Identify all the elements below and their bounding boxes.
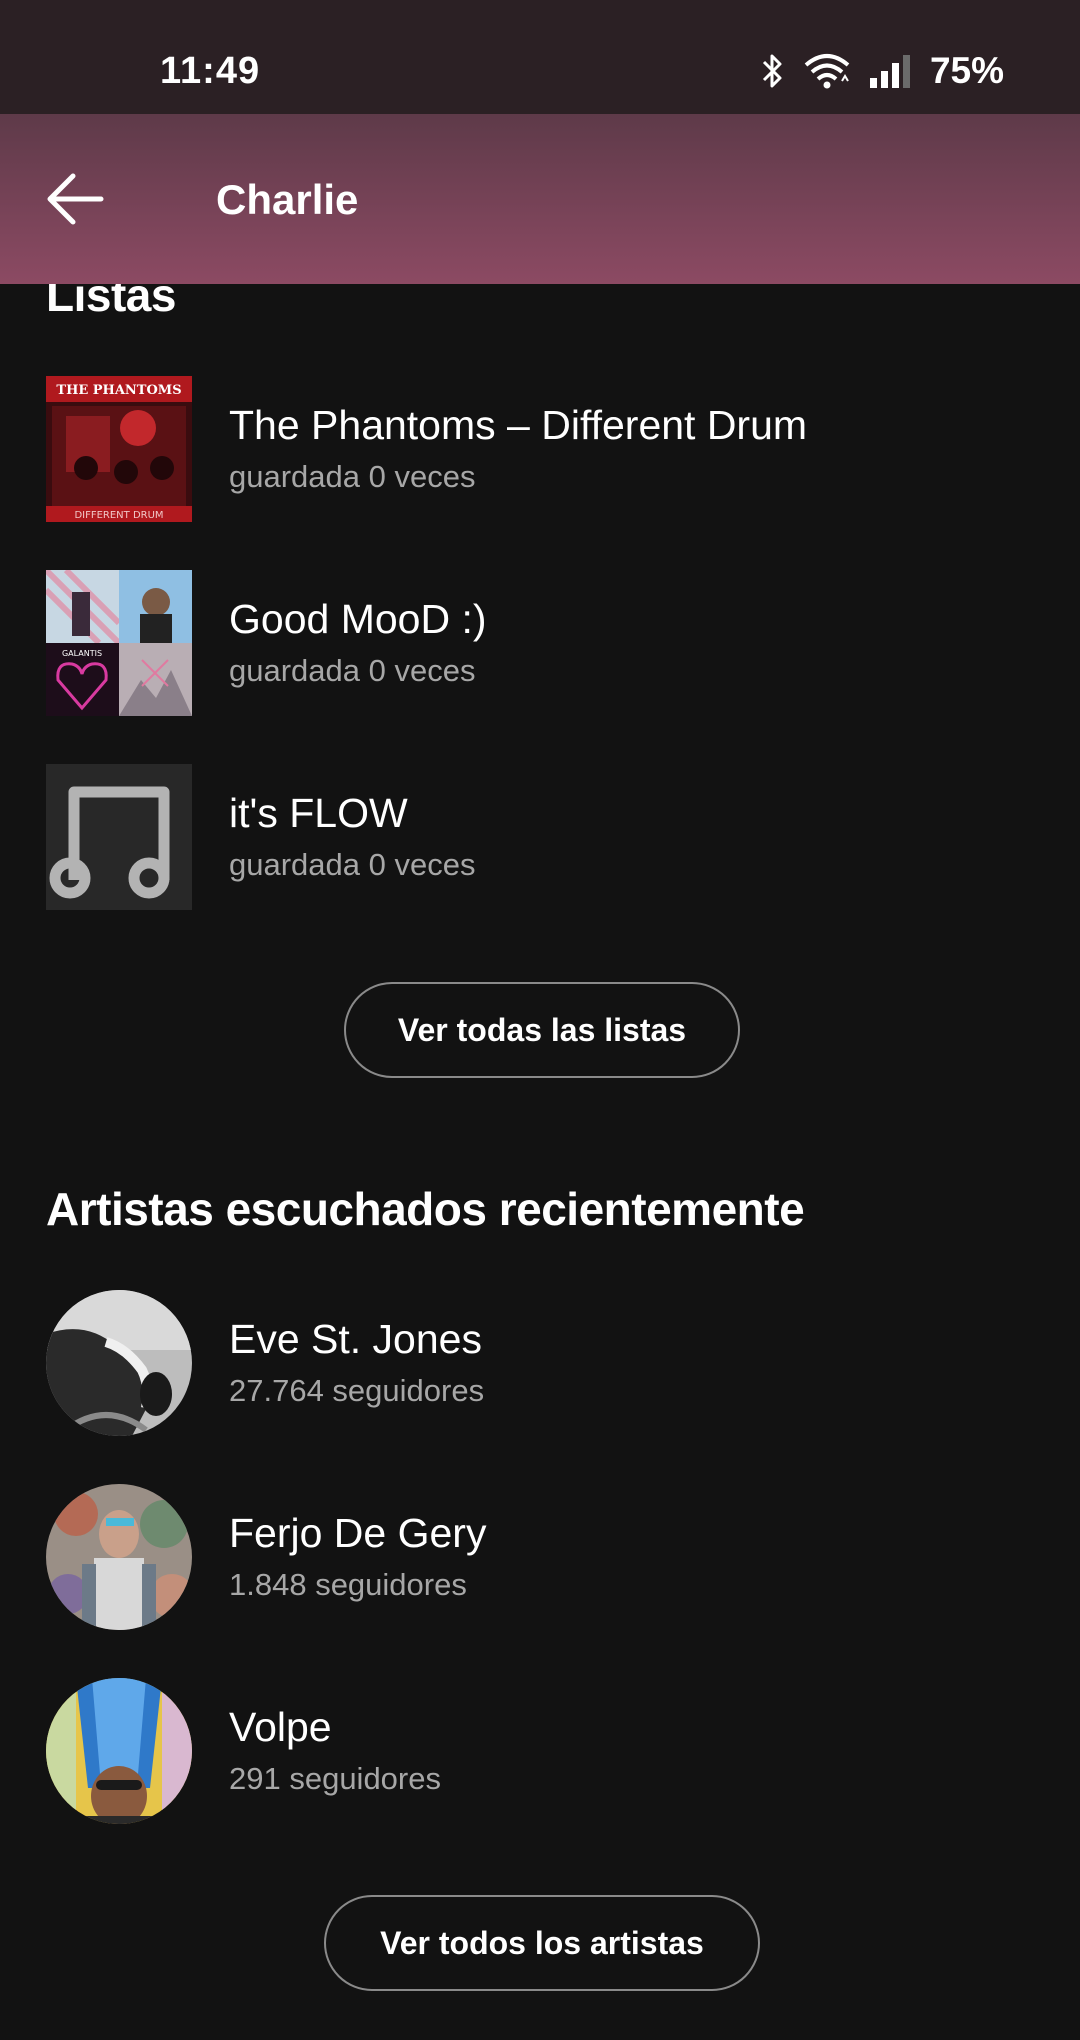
- artist-item[interactable]: Eve St. Jones 27.764 seguidores: [46, 1290, 1046, 1436]
- artist-name: Volpe: [229, 1704, 332, 1750]
- playlist-item[interactable]: THE PHANTOMS DIFFERENT DRUM The Phantoms…: [46, 376, 1046, 522]
- artist-followers: 1.848 seguidores: [229, 1567, 467, 1602]
- artist-avatar: [46, 1290, 192, 1436]
- section-title-playlists: Listas: [46, 284, 176, 321]
- playlist-item[interactable]: it's FLOW guardada 0 veces: [46, 764, 1046, 910]
- status-icons: 75%: [760, 50, 1004, 92]
- see-all-playlists-button[interactable]: Ver todas las listas: [344, 982, 740, 1078]
- section-title-artists: Artistas escuchados recientemente: [46, 1183, 805, 1235]
- artist-name: Ferjo De Gery: [229, 1510, 487, 1556]
- playlist-saves: guardada 0 veces: [229, 847, 476, 882]
- arrow-left-icon: [47, 173, 104, 225]
- see-all-artists-button[interactable]: Ver todos los artistas: [324, 1895, 760, 1991]
- cover-subtitle-text: DIFFERENT DRUM: [74, 510, 163, 521]
- playlist-cover: [46, 764, 192, 910]
- cover-title-text: THE PHANTOMS: [56, 383, 181, 398]
- artist-followers: 27.764 seguidores: [229, 1373, 485, 1408]
- battery-percentage: 75%: [929, 50, 1004, 91]
- playlist-cover: THE PHANTOMS DIFFERENT DRUM: [46, 376, 192, 522]
- playlist-saves: guardada 0 veces: [229, 653, 476, 688]
- bluetooth-icon: [762, 54, 782, 88]
- playlist-item[interactable]: GALANTIS Good MooD :) guardada 0 veces: [46, 570, 1046, 716]
- status-bar: 11:49 75%: [0, 0, 1080, 114]
- profile-content[interactable]: Listas THE PHANTOMS DIFFERENT DRUM The P…: [0, 284, 1080, 2040]
- artist-avatar: [46, 1484, 192, 1630]
- cover-title-text: GALANTIS: [62, 649, 102, 658]
- artist-name: Eve St. Jones: [229, 1316, 482, 1362]
- artist-avatar: [46, 1678, 192, 1824]
- playlist-saves: guardada 0 veces: [229, 459, 476, 494]
- signal-icon: [869, 55, 910, 88]
- music-note-icon: [49, 786, 170, 899]
- artist-followers: 291 seguidores: [229, 1761, 441, 1796]
- wifi-icon: [804, 54, 850, 89]
- playlist-cover: GALANTIS: [46, 570, 192, 716]
- app-header: Charlie: [0, 114, 1080, 284]
- page-title: Charlie: [216, 176, 359, 223]
- back-button[interactable]: [42, 166, 108, 232]
- artist-item[interactable]: Ferjo De Gery 1.848 seguidores: [46, 1484, 1046, 1630]
- status-time: 11:49: [160, 50, 261, 92]
- artist-item[interactable]: Volpe 291 seguidores: [46, 1678, 1046, 1824]
- playlist-title: Good MooD :): [229, 596, 487, 642]
- playlist-title: it's FLOW: [229, 790, 408, 836]
- playlist-title: The Phantoms – Different Drum: [229, 402, 808, 448]
